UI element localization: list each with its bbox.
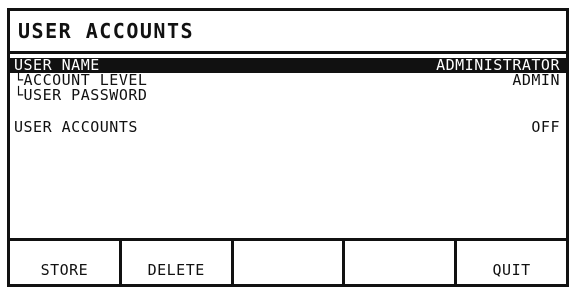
- blank-softkey-3[interactable]: [230, 241, 343, 284]
- blank-softkey-4[interactable]: [342, 241, 454, 284]
- row-label: └USER PASSWORD: [14, 86, 148, 104]
- softkey-label: QUIT: [492, 261, 531, 279]
- softkey-label: DELETE: [147, 261, 205, 279]
- softkey-label: STORE: [40, 261, 89, 279]
- delete-softkey[interactable]: DELETE: [118, 241, 231, 284]
- row-value: OFF: [531, 118, 560, 136]
- store-softkey[interactable]: STORE: [10, 241, 119, 284]
- row-user-password[interactable]: └USER PASSWORD: [10, 88, 566, 103]
- row-user-accounts[interactable]: USER ACCOUNTS OFF: [10, 120, 566, 135]
- title-divider: [10, 51, 566, 54]
- quit-softkey[interactable]: QUIT: [454, 241, 566, 284]
- screen-title: USER ACCOUNTS: [18, 19, 195, 43]
- softkey-bar: STORE DELETE QUIT: [10, 238, 566, 284]
- display-screen: USER ACCOUNTS USER NAME ADMINISTRATOR └A…: [7, 8, 569, 287]
- row-value: ADMIN: [512, 71, 560, 89]
- row-label: USER ACCOUNTS: [14, 118, 138, 136]
- settings-list: USER NAME ADMINISTRATOR └ACCOUNT LEVEL A…: [10, 58, 566, 135]
